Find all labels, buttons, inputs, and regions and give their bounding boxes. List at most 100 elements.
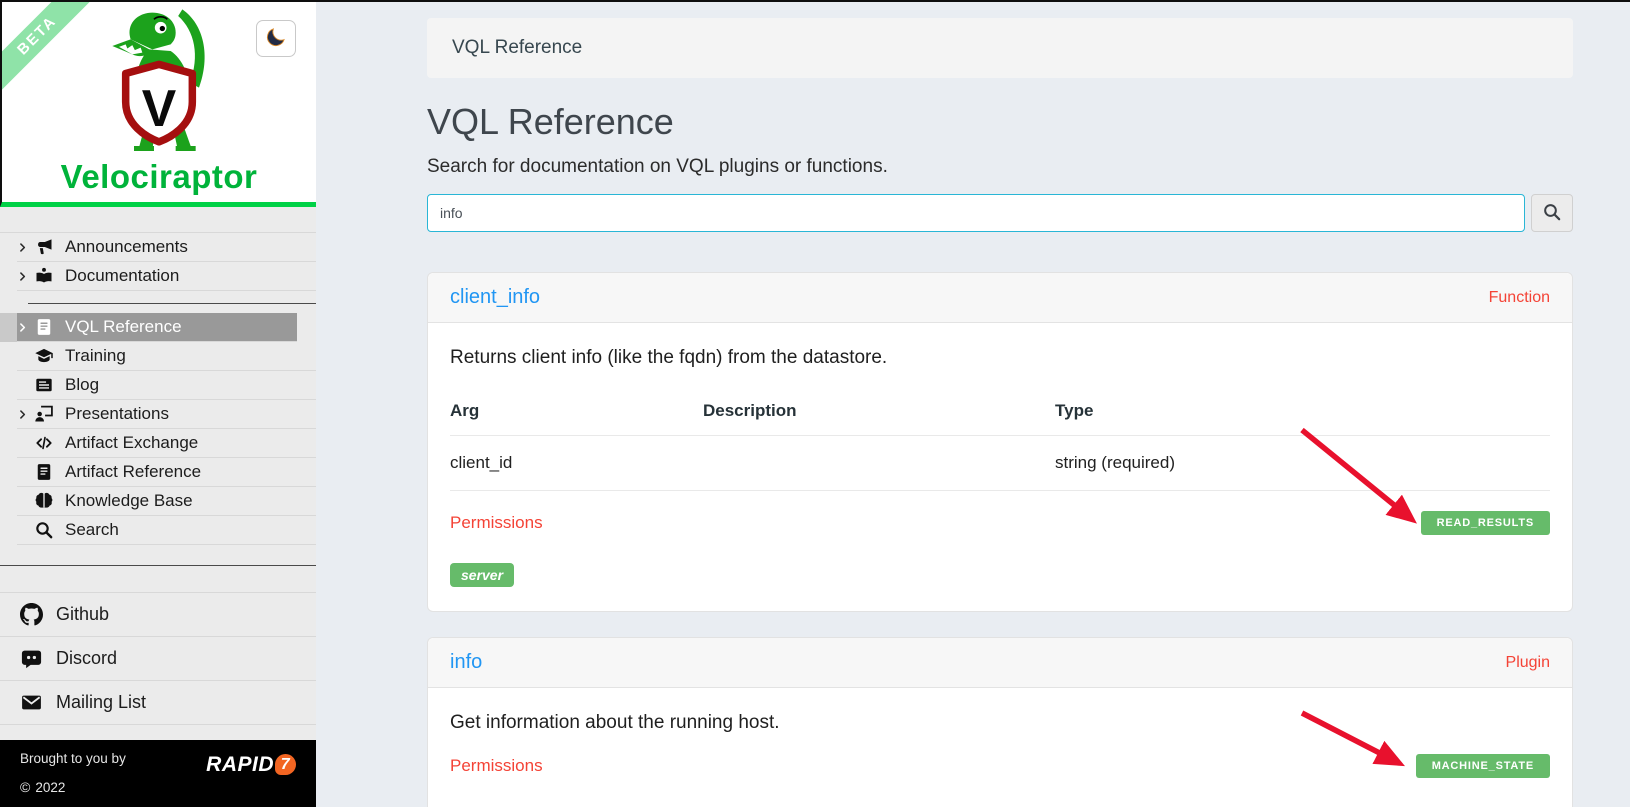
link-label: Github [56,604,110,624]
card-header: client_info Function [428,273,1572,323]
sidebar-item-artifact-exchange[interactable]: Artifact Exchange [17,429,316,458]
nav-divider [0,565,316,566]
plugin-description: Get information about the running host. [450,712,780,733]
code-icon [34,433,54,453]
copyright-line: © 2022 [20,779,296,795]
sidebar-item-label: Presentations [65,404,169,423]
search-icon [1542,202,1562,225]
column-header-type: Type [1055,395,1550,436]
velociraptor-logo-icon: V [112,9,205,151]
sidebar-item-label: Documentation [65,266,180,285]
arg-cell: client_id [450,435,703,491]
sidebar-item-documentation[interactable]: Documentation [17,262,316,291]
github-icon [20,603,43,626]
result-card-info: info Plugin Get information about the ru… [427,637,1573,807]
column-header-description: Description [703,395,1055,436]
sidebar-item-label: Artifact Reference [65,462,202,481]
sidebar-item-label: VQL Reference [65,317,182,336]
envelope-icon [20,691,43,714]
brand-wordmark: Velociraptor [60,158,258,195]
vql-search-input[interactable] [427,194,1525,232]
copyright-icon: © [20,779,31,795]
copyright-year: 2022 [35,779,66,795]
server-tag: server [450,563,515,587]
graduation-cap-icon [34,346,54,366]
sidebar-item-discord[interactable]: Discord [0,637,316,681]
permissions-label: Permissions [450,756,543,775]
chevron-right-icon [17,408,34,420]
card-header: info Plugin [428,638,1572,688]
sidebar-item-label: Knowledge Base [65,491,193,510]
card-body: Get information about the running host. … [428,688,1572,807]
rapid7-logo: RAPID 7 [206,754,296,775]
svg-text:V: V [142,79,177,137]
column-header-arg: Arg [450,395,703,436]
tag-row: server [450,563,1550,587]
rapid7-word: RAPID [206,753,274,776]
app-window: BETA V Velociraptor Announcements Docume… [0,0,1630,807]
sidebar-nav: Announcements Documentation VQL Referenc… [0,232,316,545]
sidebar-item-label: Announcements [65,237,188,256]
page-title: VQL Reference [427,101,674,142]
sidebar-footer: Brought to you by RAPID 7 © 2022 [0,740,316,807]
chevron-right-icon [17,241,34,253]
sidebar-item-blog[interactable]: Blog [17,371,316,400]
search-bar [427,194,1573,232]
breadcrumb-bar: VQL Reference [427,18,1573,78]
card-body: Returns client info (like the fqdn) from… [428,323,1572,611]
sidebar-item-label: Training [65,346,126,365]
type-cell: string (required) [1055,435,1550,491]
description-cell [703,435,1055,491]
newspaper-icon [34,375,54,395]
link-label: Mailing List [56,692,147,712]
sidebar-item-artifact-reference[interactable]: Artifact Reference [17,458,316,487]
page-subtitle: Search for documentation on VQL plugins … [427,156,888,177]
search-button[interactable] [1531,194,1573,232]
link-label: Discord [56,648,118,668]
presentation-icon [34,404,54,424]
chevron-right-icon [17,321,34,333]
sidebar-item-vql-reference[interactable]: VQL Reference [17,313,297,342]
rapid7-seven: 7 [275,754,296,775]
sidebar: BETA V Velociraptor Announcements Docume… [0,2,316,807]
reader-icon [34,266,54,286]
plugin-link-info[interactable]: info [450,651,482,674]
function-description: Returns client info (like the fqdn) from… [450,347,888,368]
brain-icon [34,491,54,511]
sidebar-item-search[interactable]: Search [17,516,316,545]
sidebar-item-training[interactable]: Training [17,342,316,371]
sidebar-item-mailing-list[interactable]: Mailing List [0,681,316,725]
sidebar-item-label: Search [65,520,119,539]
card-kind-badge: Function [1488,288,1550,306]
args-table: Arg Description Type client_id string (r… [450,395,1550,491]
permission-badge-machine-state: MACHINE_STATE [1415,754,1550,778]
permissions-row: Permissions READ_RESULTS [450,427,1550,535]
journal-icon [34,317,54,337]
card-kind-badge: Plugin [1505,653,1550,671]
permission-badge-read-results: READ_RESULTS [1420,511,1550,535]
chevron-right-icon [17,270,34,282]
brought-to-you-by-text: Brought to you by [20,751,126,766]
sidebar-item-github[interactable]: Github [0,593,316,637]
table-row: client_id string (required) [450,435,1550,491]
permissions-label: Permissions [450,513,543,532]
breadcrumb: VQL Reference [452,37,583,58]
function-link-client-info[interactable]: client_info [450,286,540,309]
sidebar-item-label: Blog [65,375,100,394]
sidebar-item-presentations[interactable]: Presentations [17,400,316,429]
sidebar-item-announcements[interactable]: Announcements [17,233,316,262]
discord-icon [20,647,43,670]
moon-icon [265,26,287,51]
result-card-client-info: client_info Function Returns client info… [427,272,1573,612]
dark-mode-toggle[interactable] [256,20,296,57]
brand-area: BETA V Velociraptor [0,2,316,207]
sidebar-item-label: Artifact Exchange [65,433,199,452]
sidebar-external-links: Github Discord Mailing List [0,592,316,725]
main-content: VQL Reference VQL Reference Search for d… [316,2,1630,807]
megaphone-icon [34,237,54,257]
permissions-row: Permissions MACHINE_STATE [450,710,1550,778]
sidebar-item-knowledge-base[interactable]: Knowledge Base [17,487,316,516]
nav-divider [28,303,316,304]
journal-icon [34,462,54,482]
search-icon [34,520,54,540]
